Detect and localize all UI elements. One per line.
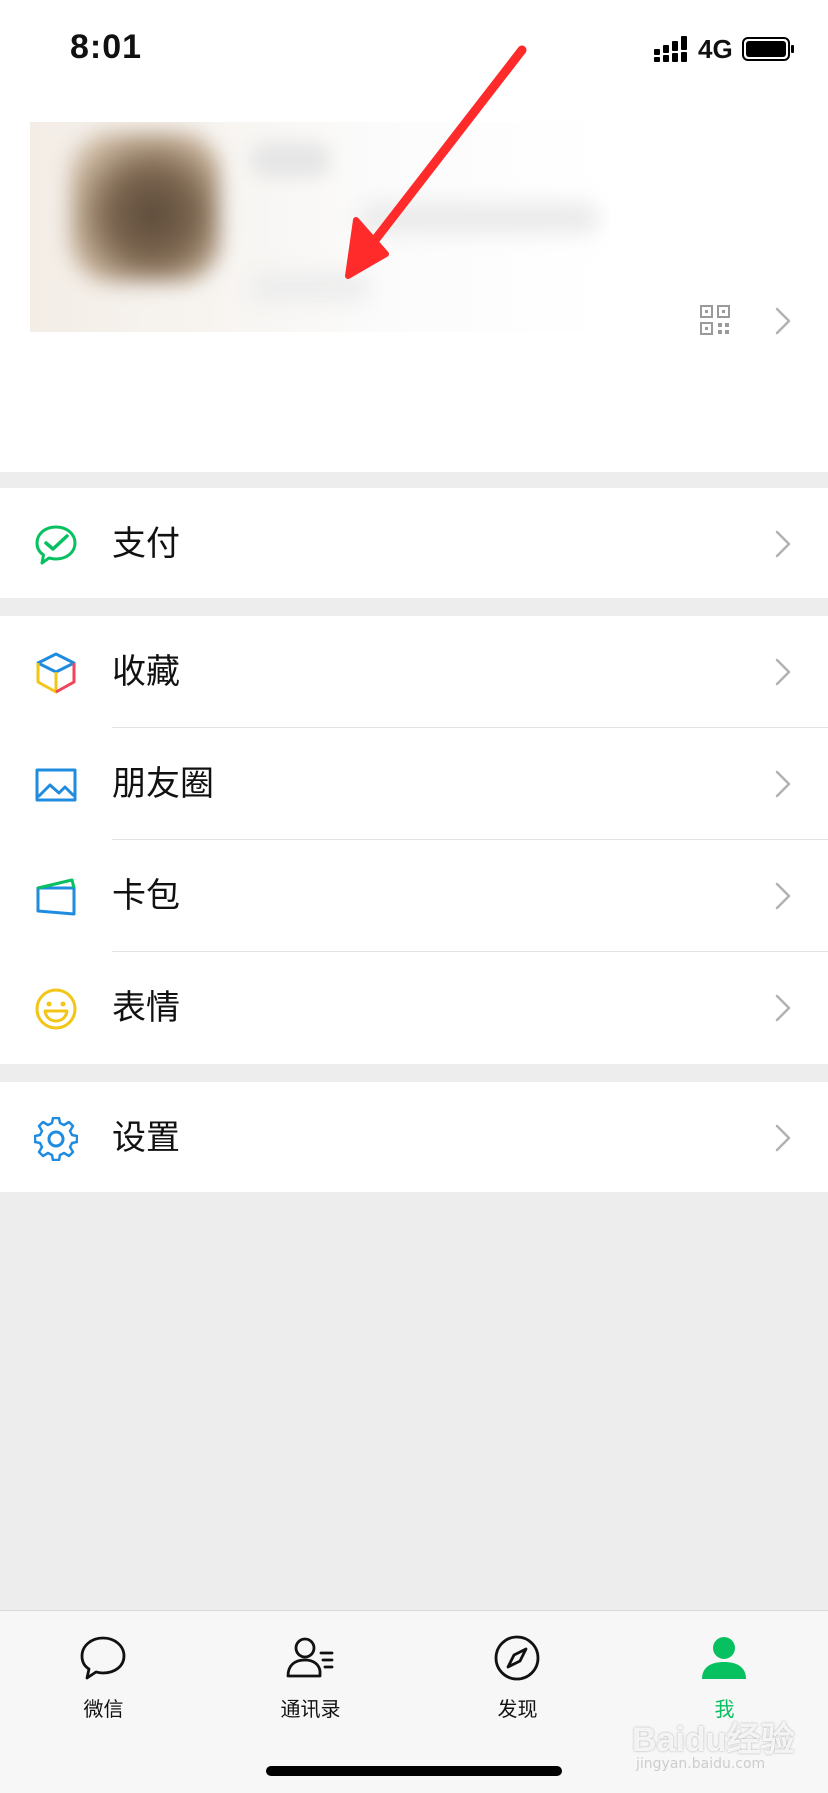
tab-label-contacts: 通讯录 (280, 1697, 341, 1721)
chevron-right-icon (775, 530, 791, 558)
menu-item-moments[interactable]: 朋友圈 (0, 728, 828, 840)
tab-label-discover: 发现 (497, 1697, 538, 1721)
menu-label-pay: 支付 (112, 524, 180, 564)
status-time: 8:01 (70, 28, 143, 66)
menu-label-stickers: 表情 (112, 988, 180, 1028)
tab-discover[interactable]: 发现 (414, 1611, 621, 1731)
compass-icon (494, 1635, 540, 1681)
chevron-right-icon (775, 770, 791, 798)
menu-item-pay[interactable]: 支付 (0, 488, 828, 600)
moments-image-icon (35, 768, 77, 802)
menu-item-settings[interactable]: 设置 (0, 1082, 828, 1194)
contacts-icon (286, 1637, 334, 1678)
tab-chats[interactable]: 微信 (0, 1611, 207, 1731)
signal-icon (654, 36, 687, 62)
qr-code-icon[interactable] (700, 305, 730, 335)
menu-label-settings: 设置 (112, 1118, 180, 1158)
battery-icon (742, 37, 794, 61)
avatar[interactable] (70, 132, 220, 282)
chevron-right-icon (775, 658, 791, 686)
person-icon (702, 1637, 746, 1679)
section-collections: 收藏 朋友圈 卡包 表情 (0, 616, 828, 1064)
chevron-right-icon[interactable] (774, 306, 792, 336)
nickname-blurred (250, 142, 330, 178)
tab-contacts[interactable]: 通讯录 (207, 1611, 414, 1731)
watermark-url: jingyan.baidu.com (636, 1756, 766, 1772)
menu-label-cards: 卡包 (112, 876, 180, 916)
gear-icon (34, 1117, 78, 1161)
menu-item-cards[interactable]: 卡包 (0, 840, 828, 952)
annotation-arrow-icon (345, 45, 527, 279)
chat-bubble-icon (80, 1636, 126, 1680)
menu-label-moments: 朋友圈 (112, 764, 214, 804)
smiley-icon (35, 988, 77, 1030)
chevron-right-icon (775, 1124, 791, 1152)
favorites-cube-icon (36, 652, 76, 694)
network-type: 4G (698, 34, 733, 64)
menu-label-favorites: 收藏 (112, 652, 180, 692)
tab-label-chats: 微信 (83, 1697, 124, 1721)
pay-icon (35, 525, 77, 565)
section-pay: 支付 (0, 488, 828, 598)
menu-item-favorites[interactable]: 收藏 (0, 616, 828, 728)
home-indicator (266, 1766, 562, 1776)
watermark: Baidu经验 (632, 1721, 795, 1759)
chevron-right-icon (775, 882, 791, 910)
card-wallet-icon (36, 878, 76, 916)
section-settings: 设置 (0, 1082, 828, 1192)
menu-item-stickers[interactable]: 表情 (0, 952, 828, 1064)
chevron-right-icon (775, 994, 791, 1022)
